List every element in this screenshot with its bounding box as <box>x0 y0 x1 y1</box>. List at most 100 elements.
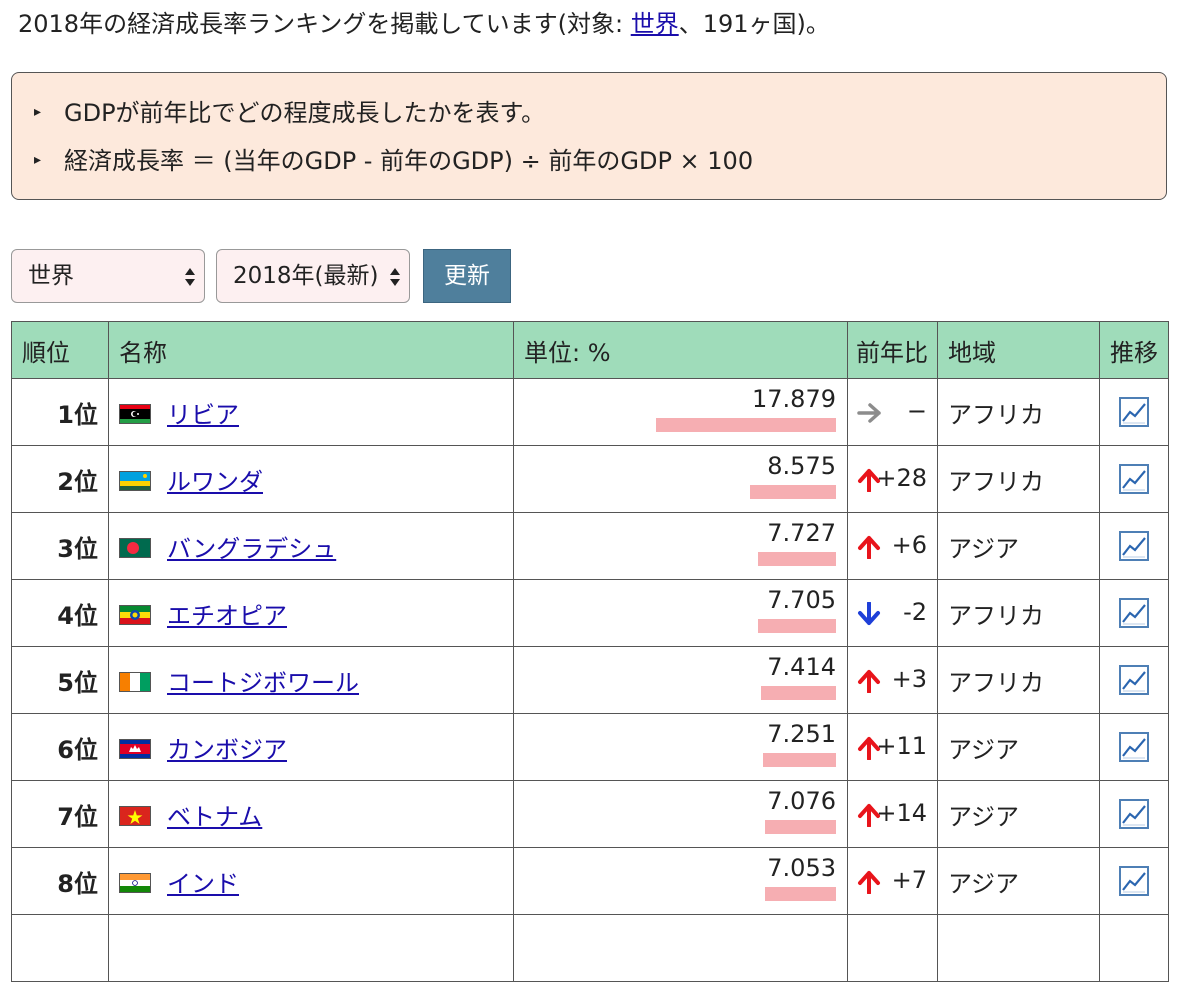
header-rank[interactable]: 順位 <box>11 321 109 379</box>
change-text: +14 <box>876 799 927 827</box>
world-link[interactable]: 世界 <box>631 10 679 38</box>
table-row: 5位 コートジボワール 7.414 +3 アフリカ <box>11 646 1169 714</box>
region-cell: アフリカ <box>937 646 1100 714</box>
change-text: +28 <box>876 464 927 492</box>
value-text: 7.251 <box>767 720 836 748</box>
rank-cell: 6位 <box>11 713 109 781</box>
table-body: 1位 リビア 17.879 − アフリカ 2位 ルワンダ 8.575 +28 ア… <box>11 378 1169 982</box>
year-select[interactable]: 2018年(最新) <box>216 249 410 303</box>
header-unit[interactable]: 単位: % <box>513 321 848 379</box>
arrow-flat-icon <box>857 401 881 425</box>
intro-after: 、191ヶ国)。 <box>678 10 830 38</box>
country-link[interactable]: リビア <box>167 401 239 429</box>
value-bar <box>758 619 836 633</box>
change-text: +11 <box>876 732 927 760</box>
partial-cell <box>937 914 1100 982</box>
country-link[interactable]: ルワンダ <box>167 468 263 496</box>
bullet-icon: ▸ <box>34 152 42 168</box>
name-cell: ベトナム <box>108 780 514 848</box>
value-bar <box>758 552 836 566</box>
trend-chart-icon[interactable] <box>1119 866 1149 896</box>
value-cell: 7.076 <box>513 780 848 848</box>
trend-chart-icon[interactable] <box>1119 598 1149 628</box>
bullet-icon: ▸ <box>34 104 42 120</box>
header-change[interactable]: 前年比 <box>847 321 938 379</box>
country-link[interactable]: インド <box>167 870 239 898</box>
change-cell: +6 <box>847 512 938 580</box>
header-trend[interactable]: 推移 <box>1099 321 1169 379</box>
trend-cell <box>1099 780 1169 848</box>
name-cell: カンボジア <box>108 713 514 781</box>
trend-chart-icon[interactable] <box>1119 799 1149 829</box>
value-cell: 8.575 <box>513 445 848 513</box>
arrow-down-icon <box>857 601 881 626</box>
trend-cell <box>1099 713 1169 781</box>
value-cell: 7.414 <box>513 646 848 714</box>
definition-item: ▸ GDPが前年比でどの程度成長したかを表す。 <box>34 96 545 130</box>
region-cell: アフリカ <box>937 445 1100 513</box>
update-button[interactable]: 更新 <box>423 249 511 303</box>
intro-text: 2018年の経済成長率ランキングを掲載しています(対象: 世界、191ヶ国)。 <box>18 6 830 42</box>
change-cell: -2 <box>847 579 938 647</box>
table-row: 4位 エチオピア 7.705 -2 アフリカ <box>11 579 1169 647</box>
trend-chart-icon[interactable] <box>1119 397 1149 427</box>
value-text: 7.414 <box>767 653 836 681</box>
trend-cell <box>1099 579 1169 647</box>
value-text: 7.076 <box>767 787 836 815</box>
select-arrows-icon <box>390 268 400 286</box>
trend-cell <box>1099 847 1169 915</box>
partial-cell <box>847 914 938 982</box>
formula-text: 経済成長率 ＝ (当年のGDP - 前年のGDP) ÷ 前年のGDP × 100 <box>64 147 754 175</box>
table-row-partial <box>11 914 1169 982</box>
region-select-value: 世界 <box>28 263 74 289</box>
rank-cell: 1位 <box>11 378 109 446</box>
value-bar <box>765 820 836 834</box>
trend-cell <box>1099 646 1169 714</box>
country-link[interactable]: コートジボワール <box>167 669 359 697</box>
trend-chart-icon[interactable] <box>1119 464 1149 494</box>
header-region[interactable]: 地域 <box>937 321 1100 379</box>
partial-cell <box>11 914 109 982</box>
value-bar <box>750 485 836 499</box>
country-link[interactable]: カンボジア <box>167 736 287 764</box>
country-link[interactable]: エチオピア <box>167 602 287 630</box>
definition-box: ▸ GDPが前年比でどの程度成長したかを表す。 ▸ 経済成長率 ＝ (当年のGDP … <box>11 72 1167 200</box>
country-link[interactable]: バングラデシュ <box>167 535 336 563</box>
partial-cell <box>513 914 848 982</box>
header-name[interactable]: 名称 <box>108 321 514 379</box>
change-cell: +3 <box>847 646 938 714</box>
trend-chart-icon[interactable] <box>1119 732 1149 762</box>
flag-bangladesh-icon <box>119 536 151 558</box>
ranking-table: 順位 名称 単位: % 前年比 地域 推移 1位 リビア 17.879 − アフ… <box>11 321 1169 982</box>
value-cell: 7.053 <box>513 847 848 915</box>
formula-item: ▸ 経済成長率 ＝ (当年のGDP - 前年のGDP) ÷ 前年のGDP × 10… <box>34 144 753 178</box>
rank-cell: 2位 <box>11 445 109 513</box>
country-link[interactable]: ベトナム <box>167 803 262 831</box>
partial-cell <box>1099 914 1169 982</box>
arrow-up-icon <box>857 870 881 895</box>
region-select[interactable]: 世界 <box>11 249 205 303</box>
name-cell: エチオピア <box>108 579 514 647</box>
change-text: − <box>906 397 927 425</box>
arrow-up-icon <box>857 669 881 694</box>
trend-chart-icon[interactable] <box>1119 665 1149 695</box>
value-text: 17.879 <box>752 385 836 413</box>
value-cell: 7.727 <box>513 512 848 580</box>
value-text: 7.727 <box>767 519 836 547</box>
rank-cell: 4位 <box>11 579 109 647</box>
rank-cell: 3位 <box>11 512 109 580</box>
trend-chart-icon[interactable] <box>1119 531 1149 561</box>
change-text: -2 <box>903 598 927 626</box>
flag-cambodia-icon <box>119 737 151 759</box>
definition-text: GDPが前年比でどの程度成長したかを表す。 <box>64 99 546 127</box>
name-cell: コートジボワール <box>108 646 514 714</box>
region-cell: アジア <box>937 512 1100 580</box>
change-cell: +28 <box>847 445 938 513</box>
value-cell: 7.705 <box>513 579 848 647</box>
value-text: 8.575 <box>767 452 836 480</box>
flag-vietnam-icon <box>119 804 151 826</box>
value-bar <box>765 887 836 901</box>
name-cell: ルワンダ <box>108 445 514 513</box>
name-cell: リビア <box>108 378 514 446</box>
trend-cell <box>1099 445 1169 513</box>
